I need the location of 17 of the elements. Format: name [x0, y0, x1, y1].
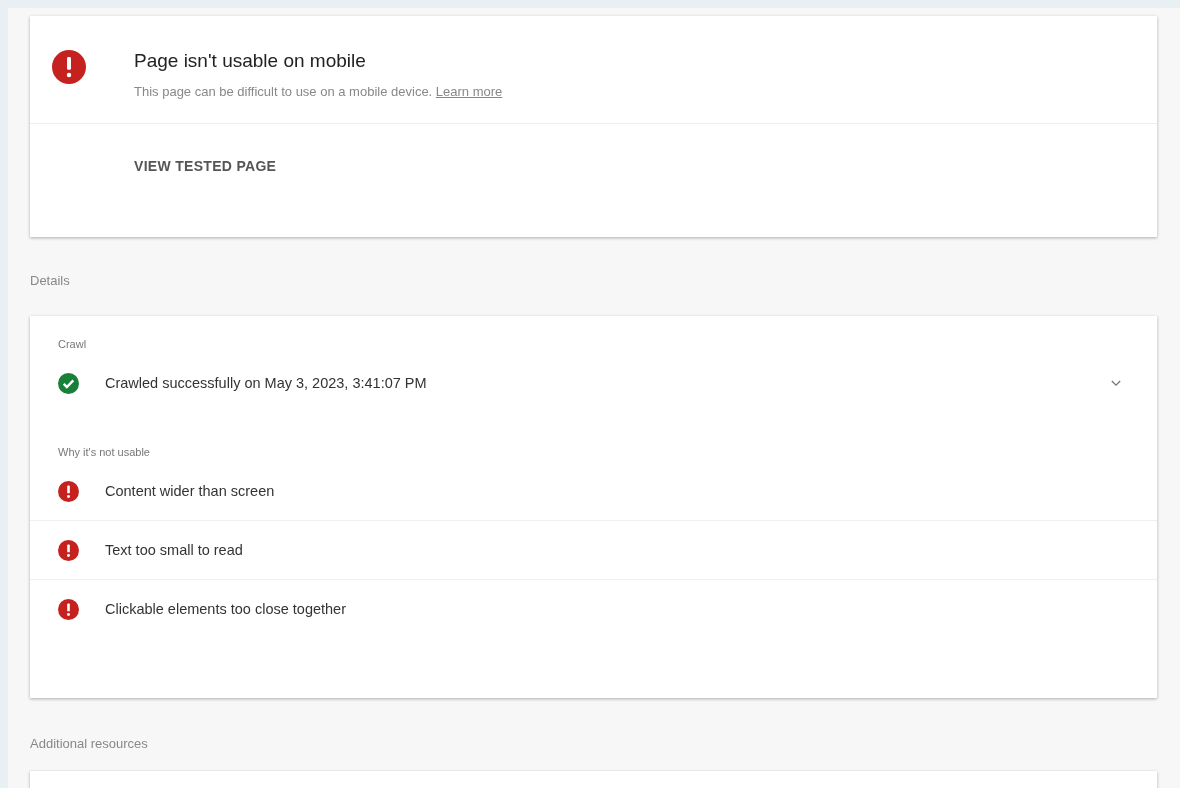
- error-icon: [58, 480, 79, 502]
- section-label: Why it's not usable: [57, 446, 151, 458]
- result-text: Content wider than screen: [105, 483, 276, 499]
- chevron-icon[interactable]: [1111, 379, 1121, 387]
- error-icon: [58, 598, 79, 620]
- result-text: Text too small to read: [105, 542, 244, 558]
- section-label: Crawl: [57, 338, 88, 350]
- result-description: This page can be difficult to use on a mobile device. Learn more: [134, 84, 503, 99]
- result-title: Page isn't usable on mobile: [134, 50, 367, 72]
- error-icon: [58, 539, 79, 561]
- section-heading: Details: [30, 272, 71, 290]
- section-heading: Additional resources: [30, 735, 149, 753]
- result-text: Crawled successfully on May 3, 2023, 3:41:07 PM: [105, 375, 428, 391]
- view-tested-page-button[interactable]: VIEW TESTED PAGE: [134, 152, 277, 180]
- learn-more-link[interactable]: Learn more: [435, 84, 503, 99]
- check-icon: [58, 372, 79, 394]
- result-text: Clickable elements too close together: [105, 601, 347, 617]
